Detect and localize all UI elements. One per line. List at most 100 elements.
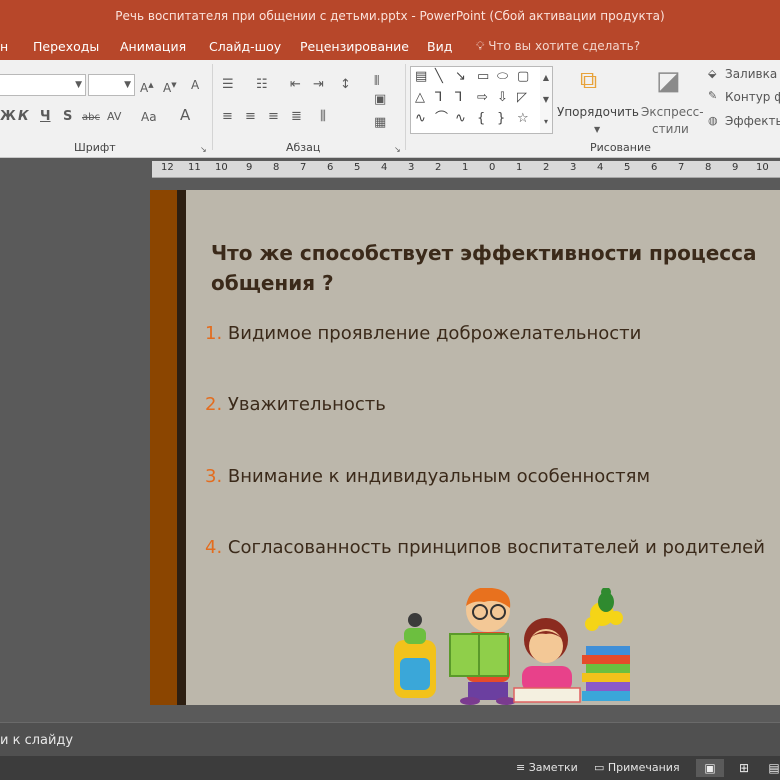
quick-styles-label-1[interactable]: Экспресс- (641, 105, 704, 119)
font-name-select[interactable]: ▼ (0, 74, 86, 96)
arrow-line-shape-icon[interactable]: ↘ (455, 69, 466, 85)
curve-shape-icon[interactable]: ∿ (455, 111, 466, 127)
gallery-scroll[interactable]: ▲ ▼ ▾ (540, 66, 553, 134)
children-reading-illustration[interactable] (388, 588, 638, 705)
list-item[interactable]: 1. Видимое проявление доброжелательности (205, 323, 641, 344)
paragraph-group-label: Абзац (286, 141, 321, 154)
list-number: 2. (205, 394, 223, 415)
dialog-launcher-icon[interactable]: ↘ (394, 142, 401, 158)
freeform-shape-icon[interactable]: ∿ (415, 111, 426, 127)
slide-sorter-button[interactable]: ⊞ (730, 759, 758, 777)
oval-shape-icon[interactable]: ⬭ (497, 69, 508, 85)
ruler-tick: 11 (188, 162, 201, 173)
list-item[interactable]: 4. Согласованность принципов воспитателе… (205, 537, 765, 558)
grow-font-icon[interactable]: A▲ (140, 77, 154, 96)
align-left-icon[interactable]: ≡ (222, 109, 233, 125)
bold-button[interactable]: Ж (0, 109, 16, 125)
tab-animations[interactable]: Анимация (120, 39, 186, 54)
quick-styles-label-2[interactable]: стили (652, 122, 689, 136)
effects-icon: ◍ (708, 114, 718, 127)
elbow-arrow-icon[interactable]: ⅂ (455, 90, 462, 106)
more-icon[interactable]: ▾ (540, 111, 552, 133)
char-spacing-button[interactable]: AV (107, 109, 121, 125)
ruler-tick: 4 (597, 162, 604, 173)
italic-button[interactable]: К (18, 109, 29, 125)
align-right-icon[interactable]: ≡ (268, 109, 279, 125)
tell-me-text: Что вы хотите сделать? (488, 39, 641, 53)
tab-slideshow[interactable]: Слайд-шоу (209, 39, 281, 54)
justify-icon[interactable]: ≣ (291, 109, 302, 125)
star-shape-icon[interactable]: ☆ (517, 111, 529, 127)
columns-icon[interactable]: ⫼ (320, 109, 326, 125)
tell-me-box[interactable]: 💡︎ Что вы хотите сделать? (476, 39, 640, 54)
ribbon: ▼ ▼ A▲ A▼ A Ж К Ч S abc AV Aa A Шрифт ↘ … (0, 60, 780, 158)
arrange-icon[interactable]: ⧉ (580, 66, 597, 94)
shape-outline-button[interactable]: Контур ф (725, 90, 780, 104)
divider (405, 64, 406, 150)
shape-fill-button[interactable]: Заливка (725, 67, 777, 81)
textbox-shape-icon[interactable]: ▤ (415, 69, 427, 85)
chevron-up-icon[interactable]: ▲ (540, 67, 552, 89)
tab-review[interactable]: Рецензирование (300, 39, 409, 54)
ruler-tick: 10 (756, 162, 769, 173)
triangle-shape-icon[interactable]: △ (415, 90, 425, 106)
numbering-icon[interactable]: ☷ (256, 77, 268, 93)
down-arrow-shape-icon[interactable]: ⇩ (497, 90, 508, 106)
normal-view-button[interactable]: ▣ (696, 759, 724, 777)
ruler-tick: 1 (516, 162, 523, 173)
arc-shape-icon[interactable]: ⌒ (435, 111, 448, 127)
tab-design[interactable]: н (0, 39, 8, 54)
clear-format-icon[interactable]: A (191, 77, 199, 93)
quick-styles-icon[interactable]: ◪ (656, 66, 681, 96)
strikethrough-button[interactable]: abc (82, 110, 100, 126)
right-brace-shape-icon[interactable]: } (497, 111, 505, 127)
increase-indent-icon[interactable]: ⇥ (313, 77, 324, 93)
comments-toggle[interactable]: ▭ Примечания (594, 761, 680, 774)
line-shape-icon[interactable]: ╲ (435, 69, 443, 85)
arrange-button[interactable]: Упорядочить (557, 105, 639, 119)
paint-bucket-icon: ⬙ (708, 67, 717, 80)
notes-pane[interactable]: и к слайду (0, 722, 780, 757)
rectangle-shape-icon[interactable]: ▭ (477, 69, 489, 85)
underline-button[interactable]: Ч (40, 109, 51, 125)
tab-transitions[interactable]: Переходы (33, 39, 99, 54)
font-color-button[interactable]: A (180, 107, 190, 123)
title-bar: Речь воспитателя при общении с детьми.pp… (0, 0, 780, 34)
slide-title[interactable]: Что же способствует эффективности процес… (211, 238, 771, 298)
window-title: Речь воспитателя при общении с детьми.pp… (115, 9, 665, 23)
right-arrow-shape-icon[interactable]: ⇨ (477, 90, 488, 106)
notes-placeholder[interactable]: и к слайду (0, 733, 73, 748)
shapes-gallery[interactable]: ▤ ╲ ↘ ▭ ⬭ ▢ △ ⅂ ⅂ ⇨ ⇩ ◸ ∿ ⌒ ∿ { } ☆ (410, 66, 542, 134)
text-direction-icon[interactable]: ⫴ (374, 74, 379, 90)
list-item[interactable]: 2. Уважительность (205, 394, 386, 415)
dialog-launcher-icon[interactable]: ↘ (200, 142, 207, 158)
align-center-icon[interactable]: ≡ (245, 109, 256, 125)
list-item[interactable]: 3. Внимание к индивидуальным особенностя… (205, 466, 650, 487)
elbow-connector-icon[interactable]: ⅂ (435, 90, 442, 106)
reading-view-button[interactable]: ▤ (760, 759, 780, 777)
bullets-icon[interactable]: ☰ (222, 77, 234, 93)
rounded-rect-shape-icon[interactable]: ▢ (517, 69, 529, 85)
ruler-tick: 2 (543, 162, 550, 173)
notes-toggle[interactable]: ≡ Заметки (516, 761, 578, 774)
shape-effects-button[interactable]: Эффекты (725, 114, 780, 128)
pencil-icon: ✎ (708, 89, 718, 102)
tab-view[interactable]: Вид (427, 39, 452, 54)
slide-canvas[interactable]: Что же способствует эффективности процес… (150, 190, 780, 705)
font-size-select[interactable]: ▼ (88, 74, 135, 96)
smartart-icon[interactable]: ▦ (374, 115, 386, 131)
left-brace-shape-icon[interactable]: { (477, 111, 485, 127)
drawing-group-label: Рисование (590, 141, 651, 154)
decrease-indent-icon[interactable]: ⇤ (290, 77, 301, 93)
shrink-font-icon[interactable]: A▼ (163, 77, 177, 96)
divider (212, 64, 213, 150)
notes-label: Заметки (528, 761, 578, 774)
snip-rect-shape-icon[interactable]: ◸ (517, 90, 527, 106)
change-case-button[interactable]: Aa (141, 109, 157, 125)
horizontal-ruler[interactable]: 12 11 10 9 8 7 6 5 4 3 2 1 0 1 2 3 4 5 6… (152, 161, 780, 178)
font-group-label: Шрифт (74, 141, 116, 154)
line-spacing-icon[interactable]: ↕ (340, 77, 351, 93)
shadow-button[interactable]: S (63, 109, 72, 125)
chevron-down-icon[interactable]: ▼ (540, 89, 552, 111)
align-text-icon[interactable]: ▣ (374, 92, 386, 108)
